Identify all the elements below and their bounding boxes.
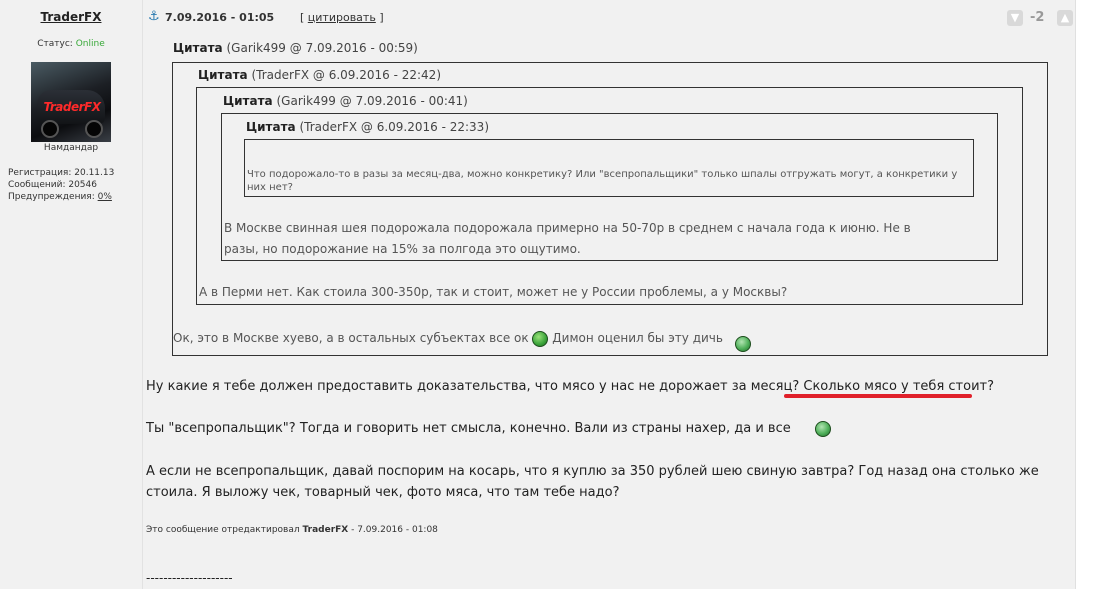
stat-warnings: Предупреждения: 0% [8,191,114,203]
quote-1-label: Цитата [173,41,223,55]
gun-smiley-icon [814,420,831,437]
msgs-value: 20546 [68,180,97,190]
edited-user: TraderFX [302,525,349,535]
avatar[interactable]: TraderFX [31,62,111,142]
red-underline-mark [784,394,972,398]
user-sidebar: TraderFX Статус: Online TraderFX Намданд… [0,0,143,589]
quote-4-text: Что подорожало-то в разы за месяц-два, м… [247,169,958,193]
message-p1-text: Ну какие я тебе должен предоставить дока… [146,379,800,394]
message-p2-text: Ты "всепропальщик"? Тогда и говорить нет… [146,421,791,436]
edited-note: Это сообщение отредактировал TraderFX - … [146,525,438,535]
quote-1-header: Цитата (Garik499 @ 7.09.2016 - 00:59) [173,41,418,55]
thumb-up-icon[interactable]: ▲ [1057,10,1073,26]
signature-divider: -------------------- [146,571,233,585]
quote-1-meta: (Garik499 @ 7.09.2016 - 00:59) [226,41,418,55]
username-link[interactable]: TraderFX [0,10,142,24]
quote-3-meta: (Garik499 @ 7.09.2016 - 00:41) [276,94,468,108]
message-paragraph-3-line1: А если не всепропальщик, давай поспорим … [146,464,1039,479]
edited-suffix: - 7.09.2016 - 01:08 [351,525,438,535]
quote-4-meta: (TraderFX @ 6.09.2016 - 22:33) [299,120,489,134]
quote-3-header: Цитата (Garik499 @ 7.09.2016 - 00:41) [223,94,468,108]
stat-messages: Сообщений: 20546 [8,179,114,191]
message-paragraph-2: Ты "всепропальщик"? Тогда и говорить нет… [146,418,831,439]
quote-2-text: А в Перми нет. Как стоила 300-350р, так … [199,285,788,299]
msgs-label: Сообщений: [8,180,66,190]
avatar-logo-text: TraderFX [43,100,101,114]
message-paragraph-3-line2: стоила. Я выложу чек, товарный чек, фото… [146,485,620,500]
quote-4-label: Цитата [246,120,296,134]
edited-prefix: Это сообщение отредактировал [146,525,300,535]
smiley-icon [532,330,549,347]
reg-label: Регистрация: [8,168,72,178]
quote-1-text: Ок, это в Москве хуево, а в остальных су… [173,328,751,352]
status-label: Статус: [37,39,73,49]
rating-value: -2 [1030,10,1045,25]
quote-button[interactable]: цитировать [308,11,376,24]
message-p1-highlight: Сколько мясо у тебя стоит? [803,379,994,394]
quote-2-header: Цитата (TraderFX @ 6.09.2016 - 22:42) [198,68,441,82]
column-divider [1075,0,1076,589]
warn-value-link[interactable]: 0% [98,192,112,202]
post-date: 7.09.2016 - 01:05 [165,11,275,24]
quote-2-label: Цитата [198,68,248,82]
warn-label: Предупреждения: [8,192,95,202]
thumb-down-icon[interactable]: ▼ [1007,10,1023,26]
anchor-icon[interactable]: ⚓ [148,10,160,23]
quote-2-meta: (TraderFX @ 6.09.2016 - 22:42) [251,68,441,82]
quote-3-label: Цитата [223,94,273,108]
quote-3-text-line1: В Москве свинная шея подорожала подорожа… [224,221,911,235]
user-stats: Регистрация: 20.11.13 Сообщений: 20546 П… [8,167,114,203]
user-rank: Намдандар [43,143,99,153]
avatar-wheel-left [41,120,59,138]
status-online: Online [75,39,105,49]
rating-box: ▼ -2 ▲ [1005,8,1075,28]
quote-4-header: Цитата (TraderFX @ 6.09.2016 - 22:33) [246,120,489,134]
quote-1-text-a: Ок, это в Москве хуево, а в остальных су… [173,331,529,345]
quote-1-text-b: Димон оценил бы эту дичь [552,331,723,345]
quote-link-wrap: [ цитировать ] [300,11,384,24]
reg-value: 20.11.13 [74,168,115,178]
post-header: ⚓ 7.09.2016 - 01:05 [ цитировать ] ▼ -2 … [143,0,1075,34]
bracket-open: [ [300,11,305,24]
stat-registration: Регистрация: 20.11.13 [8,167,114,179]
bracket-close: ] [379,11,384,24]
quote-3-text-line2: разы, но подорожание на 15% за полгода э… [224,242,581,256]
avatar-wheel-right [85,120,103,138]
user-status: Статус: Online [0,39,142,49]
grin-smiley-icon [734,335,751,352]
